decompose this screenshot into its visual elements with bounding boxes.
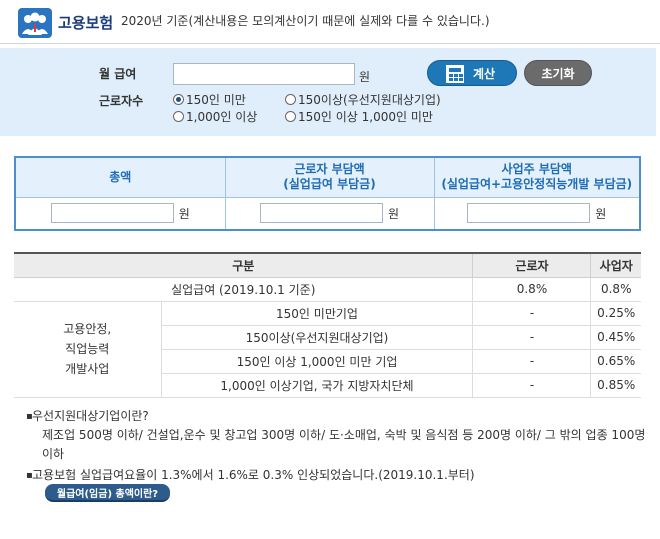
note-rate-change: ▪ 고용보험 실업급여요율이 1.3%에서 1.6%로 0.3% 인상되었습니다… bbox=[26, 466, 648, 485]
result-cell-employer: 원 bbox=[433, 196, 641, 231]
calculate-label: 계산 bbox=[472, 66, 496, 81]
result-header-worker: 근로자 부담액 (실업급여 부담금) bbox=[224, 156, 435, 198]
worker-output-field[interactable] bbox=[259, 203, 383, 224]
calculate-button[interactable]: 계산 bbox=[427, 60, 517, 86]
note-rate-change-text: 고용보험 실업급여요율이 1.3%에서 1.6%로 0.3% 인상되었습니다.(… bbox=[32, 468, 475, 482]
rates-row-label: 150이상(우선지원대상기업) bbox=[160, 325, 473, 350]
wage-label: 월 급여 bbox=[99, 67, 137, 81]
result-header-sub: (실업급여+고용안정직능개발 부담금) bbox=[441, 177, 633, 192]
rates-row-label: 1,000인 이상기업, 국가 지방자치단체 bbox=[160, 373, 473, 398]
rates-row-label: 실업급여 (2019.10.1 기준) bbox=[14, 277, 473, 302]
result-unit: 원 bbox=[178, 206, 190, 221]
reset-button[interactable]: 초기화 bbox=[524, 60, 592, 86]
rates-group-label: 고용안정, 직업능력 개발사업 bbox=[14, 301, 161, 398]
radio-under-150[interactable]: 150인 미만 bbox=[173, 91, 246, 108]
rates-header-worker: 근로자 bbox=[472, 253, 591, 278]
bullet-icon: ▪ bbox=[26, 411, 33, 422]
people-icon bbox=[18, 8, 52, 38]
wage-unit: 원 bbox=[359, 70, 371, 84]
rates-worker-value: - bbox=[472, 325, 591, 350]
notes: ▪ 우선지원대상기업이란? 제조업 500명 이하/ 건설업,운수 및 창고업 … bbox=[26, 407, 648, 485]
result-cell-worker: 원 bbox=[224, 196, 435, 231]
note-priority-title: ▪ 우선지원대상기업이란? bbox=[26, 407, 648, 426]
radio-150-to-1000[interactable]: 150인 이상 1,000인 미만 bbox=[285, 108, 433, 125]
bullet-icon: ▪ bbox=[26, 470, 33, 481]
result-unit: 원 bbox=[387, 206, 400, 221]
radio-label: 1,000인 이상 bbox=[186, 110, 258, 124]
employer-output-field[interactable] bbox=[467, 203, 591, 224]
wage-definition-button[interactable]: 월급여(임금) 총액이란? bbox=[45, 484, 170, 502]
result-header-title: 총액 bbox=[109, 169, 132, 184]
radio-label: 150이상(우선지원대상기업) bbox=[298, 93, 441, 107]
result-unit: 원 bbox=[595, 206, 607, 221]
radio-label: 150인 미만 bbox=[186, 93, 246, 107]
radio-dot-selected-icon bbox=[173, 94, 184, 105]
rates-employer-value: 0.85% bbox=[590, 373, 641, 398]
rates-header-employer: 사업자 bbox=[590, 253, 641, 278]
rates-employer-value: 0.65% bbox=[590, 349, 641, 374]
header-note: 2020년 기준(계산내용은 모의계산이기 때문에 실제와 다를 수 있습니다.… bbox=[121, 14, 490, 28]
radio-dot-icon bbox=[285, 94, 296, 105]
rates-worker-value: - bbox=[472, 349, 591, 374]
workers-label: 근로자수 bbox=[99, 94, 144, 108]
result-header-employer: 사업주 부담액 (실업급여+고용안정직능개발 부담금) bbox=[433, 156, 641, 198]
radio-dot-icon bbox=[173, 111, 184, 122]
result-header-title: 사업주 부담액 bbox=[501, 162, 572, 177]
app-title: 고용보험 bbox=[58, 14, 114, 32]
radio-label: 150인 이상 1,000인 미만 bbox=[298, 110, 433, 124]
wage-input[interactable] bbox=[173, 63, 355, 85]
rates-worker-value: - bbox=[472, 373, 591, 398]
calculator-icon bbox=[444, 63, 466, 85]
rates-row-label: 150인 미만기업 bbox=[160, 301, 473, 326]
radio-150-priority[interactable]: 150이상(우선지원대상기업) bbox=[285, 91, 441, 108]
calc-panel: 월 급여 원 근로자수 150인 미만 150이상(우선지원대상기업) 1,00… bbox=[0, 48, 656, 136]
result-header-sub: (실업급여 부담금) bbox=[283, 177, 376, 192]
rates-row-label: 150인 이상 1,000인 미만 기업 bbox=[160, 349, 473, 374]
note-priority-body: 제조업 500명 이하/ 건설업,운수 및 창고업 300명 이하/ 도·소매업… bbox=[42, 428, 646, 461]
result-header-title: 근로자 부담액 bbox=[294, 162, 365, 177]
radio-dot-icon bbox=[285, 111, 296, 122]
result-header-total: 총액 bbox=[14, 156, 226, 198]
result-table: 총액 근로자 부담액 (실업급여 부담금) 사업주 부담액 (실업급여+고용안정… bbox=[14, 156, 641, 231]
rates-worker-value: 0.8% bbox=[472, 277, 591, 302]
result-cell-total: 원 bbox=[14, 196, 226, 231]
radio-1000-over[interactable]: 1,000인 이상 bbox=[173, 108, 257, 125]
rates-employer-value: 0.45% bbox=[590, 325, 641, 350]
rates-employer-value: 0.8% bbox=[590, 277, 641, 302]
rates-table: 구분 근로자 사업자 실업급여 (2019.10.1 기준) 0.8% 0.8%… bbox=[14, 252, 641, 398]
rates-header-category: 구분 bbox=[14, 253, 473, 278]
note-priority-title-text: 우선지원대상기업이란? bbox=[32, 409, 149, 423]
total-output-field[interactable] bbox=[50, 203, 174, 224]
rates-worker-value: - bbox=[472, 301, 591, 326]
rates-employer-value: 0.25% bbox=[590, 301, 641, 326]
header: 고용보험 2020년 기준(계산내용은 모의계산이기 때문에 실제와 다를 수 … bbox=[0, 0, 660, 44]
